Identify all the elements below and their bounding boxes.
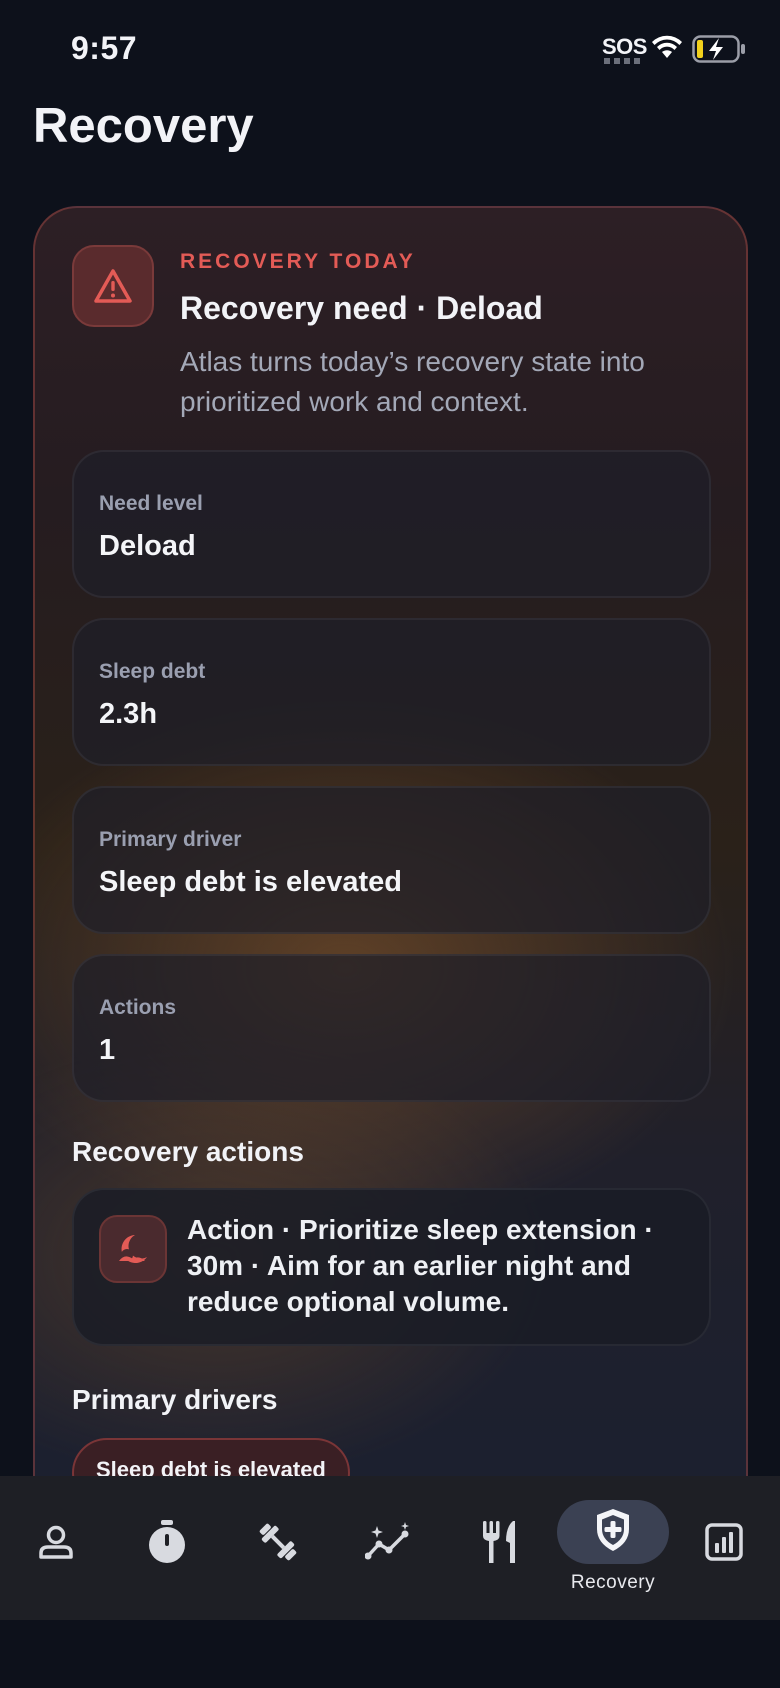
stat-actions: Actions 1 — [72, 954, 711, 1102]
card-eyebrow: RECOVERY TODAY — [180, 250, 416, 273]
tab-profile[interactable] — [6, 1476, 106, 1620]
fork-knife-icon — [483, 1521, 515, 1563]
wifi-icon — [652, 35, 682, 58]
page-title: Recovery — [33, 99, 254, 153]
tab-stats[interactable] — [674, 1476, 774, 1620]
stat-label: Need level — [99, 492, 203, 515]
sos-indicator: SOS — [602, 34, 647, 59]
bar-chart-icon — [705, 1523, 743, 1561]
recovery-screen: 9:57 SOS Recovery RECOVERY TODAY Recover… — [0, 0, 780, 1688]
card-title: Recovery need · Deload — [180, 290, 543, 326]
status-bar: 9:57 SOS — [0, 0, 780, 100]
stat-value: Deload — [99, 530, 196, 562]
tab-nutrition[interactable] — [450, 1476, 550, 1620]
primary-drivers-heading: Primary drivers — [72, 1384, 278, 1415]
alert-badge — [72, 245, 154, 327]
tab-timer[interactable] — [117, 1476, 217, 1620]
tab-recovery-label: Recovery — [570, 1572, 656, 1593]
stat-label: Sleep debt — [99, 660, 206, 683]
stat-value: Sleep debt is elevated — [99, 866, 403, 898]
stat-primary-driver: Primary driver Sleep debt is elevated — [72, 786, 711, 934]
moon-icon — [119, 1235, 147, 1263]
action-text: Action · Prioritize sleep extension · 30… — [187, 1214, 654, 1317]
tab-workouts[interactable] — [228, 1476, 328, 1620]
recovery-actions-heading: Recovery actions — [72, 1136, 304, 1167]
recovery-today-card: RECOVERY TODAY Recovery need · Deload At… — [33, 206, 748, 1536]
stat-sleep-debt: Sleep debt 2.3h — [72, 618, 711, 766]
stat-label: Primary driver — [99, 828, 242, 851]
trend-sparkle-icon — [365, 1522, 409, 1560]
stopwatch-icon — [149, 1520, 185, 1563]
stat-value: 2.3h — [99, 698, 158, 730]
person-icon — [39, 1525, 73, 1559]
home-indicator-area — [0, 1620, 780, 1688]
stat-label: Actions — [99, 996, 177, 1019]
warning-triangle-icon — [94, 269, 132, 303]
card-description: Atlas turns today’s recovery state into … — [180, 346, 645, 417]
status-time: 9:57 — [71, 30, 138, 66]
stat-value: 1 — [99, 1034, 116, 1066]
stat-need-level: Need level Deload — [72, 450, 711, 598]
cellular-dots-icon — [604, 58, 640, 64]
shield-plus-icon — [597, 1509, 629, 1551]
tab-recovery[interactable] — [563, 1476, 663, 1620]
dumbbell-icon — [259, 1523, 297, 1561]
tab-trends[interactable] — [339, 1476, 439, 1620]
tab-bar: Recovery — [0, 1476, 780, 1620]
action-icon-badge — [99, 1215, 167, 1283]
battery-charging-icon — [692, 35, 745, 63]
recovery-action-item[interactable]: Action · Prioritize sleep extension · 30… — [72, 1188, 711, 1346]
